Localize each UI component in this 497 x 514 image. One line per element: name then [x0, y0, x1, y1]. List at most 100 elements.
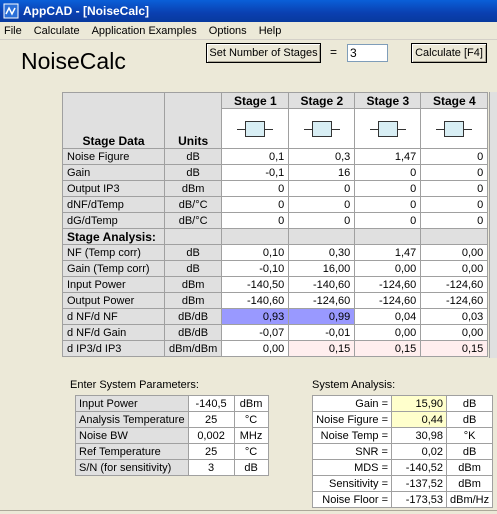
menu-options[interactable]: Options: [203, 22, 253, 40]
cell-value: -124,60: [420, 292, 489, 309]
row-label: Input Power: [62, 276, 165, 293]
param-input[interactable]: 25: [187, 411, 235, 428]
param-input[interactable]: -140,5: [187, 395, 235, 412]
cell-value: -140,60: [221, 292, 290, 309]
cell-input[interactable]: 0: [288, 180, 356, 197]
cell-input[interactable]: 16: [288, 164, 356, 181]
row-unit: dB: [163, 260, 223, 277]
cell-input[interactable]: 0: [420, 180, 489, 197]
stage-2-header: Stage 2: [288, 92, 356, 109]
result-value: 30,98: [391, 427, 447, 444]
cell-input[interactable]: 0: [354, 164, 422, 181]
table-row: d NF/d NF dB/dB 0,93 0,99 0,04 0,03: [62, 308, 489, 325]
table-row: Noise Figure = 0,44 dB: [312, 411, 494, 428]
amplifier-block-icon: [436, 120, 473, 138]
page-title: NoiseCalc: [21, 48, 126, 74]
row-unit: dB/dB: [163, 324, 223, 341]
menu-application-examples[interactable]: Application Examples: [86, 22, 203, 40]
cell-input[interactable]: 0: [354, 212, 422, 229]
calculate-button[interactable]: Calculate [F4]: [411, 43, 487, 63]
menu-calculate[interactable]: Calculate: [28, 22, 86, 40]
cell-input[interactable]: 0: [354, 180, 422, 197]
amplifier-block-icon: [303, 120, 340, 138]
cell-input[interactable]: 0: [420, 164, 489, 181]
cell-value: 0,00: [354, 260, 422, 277]
cell-value: 0,03: [420, 308, 489, 325]
cell-value: 0,00: [420, 324, 489, 341]
table-row: MDS = -140,52 dBm: [312, 459, 494, 476]
table-row: S/N (for sensitivity) 3 dB: [75, 459, 269, 476]
row-label: Gain (Temp corr): [62, 260, 165, 277]
menu-file[interactable]: File: [0, 22, 28, 40]
menu-help[interactable]: Help: [253, 22, 288, 40]
cell-input[interactable]: 0,1: [221, 148, 290, 165]
cell-input[interactable]: 0: [288, 212, 356, 229]
row-label: Gain: [62, 164, 165, 181]
stage-2-diagram: [288, 108, 356, 149]
param-input[interactable]: 25: [187, 443, 235, 460]
result-value: 0,44: [391, 411, 447, 428]
result-label: Sensitivity =: [312, 475, 392, 492]
row-label: NF (Temp corr): [62, 244, 165, 261]
result-unit: dB: [445, 411, 494, 428]
cell-input[interactable]: 0: [354, 196, 422, 213]
cell-value: -124,60: [288, 292, 356, 309]
system-params-table: Input Power -140,5 dBm Analysis Temperat…: [75, 395, 269, 476]
param-unit: °C: [233, 443, 269, 460]
cell-value: 0,00: [221, 340, 290, 357]
row-unit: dB: [163, 244, 223, 261]
cell-input[interactable]: -0,1: [221, 164, 290, 181]
stage-analysis-header: Stage Analysis:: [62, 228, 165, 245]
cell-input[interactable]: 0: [221, 212, 290, 229]
set-stages-button[interactable]: Set Number of Stages: [206, 43, 321, 63]
cell-value: -124,60: [420, 276, 489, 293]
cell-value-pink: 0,15: [354, 340, 422, 357]
cell-input[interactable]: 0,3: [288, 148, 356, 165]
cell-input[interactable]: 1,47: [354, 148, 422, 165]
cell-value: -0,10: [221, 260, 290, 277]
result-unit: dB: [445, 395, 494, 412]
app-icon: [3, 3, 19, 19]
cell-value-pink: 0,15: [420, 340, 489, 357]
stages-input[interactable]: 3: [347, 44, 388, 62]
cell-input[interactable]: 0: [221, 196, 290, 213]
cell-input[interactable]: 0: [420, 196, 489, 213]
cell-value: -124,60: [354, 276, 422, 293]
param-unit: MHz: [233, 427, 269, 444]
result-value: 15,90: [391, 395, 447, 412]
cell-value: 0,00: [354, 324, 422, 341]
stage-3-header: Stage 3: [354, 92, 422, 109]
cell-value-pink: 0,15: [288, 340, 356, 357]
cell-input[interactable]: 0: [420, 212, 489, 229]
table-row: Noise Figure dB 0,1 0,3 1,47 0: [62, 148, 489, 165]
row-unit: dBm/dBm: [163, 340, 223, 357]
param-input[interactable]: 3: [187, 459, 235, 476]
param-input[interactable]: 0,002: [187, 427, 235, 444]
cell-value: -0,01: [288, 324, 356, 341]
cell-input[interactable]: 0: [288, 196, 356, 213]
row-label: Output Power: [62, 292, 165, 309]
table-row: d IP3/d IP3 dBm/dBm 0,00 0,15 0,15 0,15: [62, 340, 489, 357]
result-label: MDS =: [312, 459, 392, 476]
grid-right-edge: [489, 92, 497, 358]
row-label: d IP3/d IP3: [62, 340, 165, 357]
table-row: Sensitivity = -137,52 dBm: [312, 475, 494, 492]
system-params-title: Enter System Parameters:: [70, 379, 199, 391]
result-unit: dB: [445, 443, 494, 460]
result-label: Noise Floor =: [312, 491, 392, 508]
cell-value: 0,10: [221, 244, 290, 261]
cell-value: -140,60: [288, 276, 356, 293]
result-label: Noise Figure =: [312, 411, 392, 428]
result-label: Gain =: [312, 395, 392, 412]
units-header: Units: [163, 92, 223, 149]
param-label: Input Power: [75, 395, 189, 412]
title-bar: AppCAD - [NoiseCalc]: [0, 0, 497, 22]
row-unit: dB: [163, 148, 223, 165]
table-row: Gain = 15,90 dB: [312, 395, 494, 412]
table-row: Noise BW 0,002 MHz: [75, 427, 269, 444]
cell-input[interactable]: 0: [221, 180, 290, 197]
cell-input[interactable]: 0: [420, 148, 489, 165]
row-label: dG/dTemp: [62, 212, 165, 229]
cell-value: 0,00: [420, 260, 489, 277]
cell-value: -124,60: [354, 292, 422, 309]
